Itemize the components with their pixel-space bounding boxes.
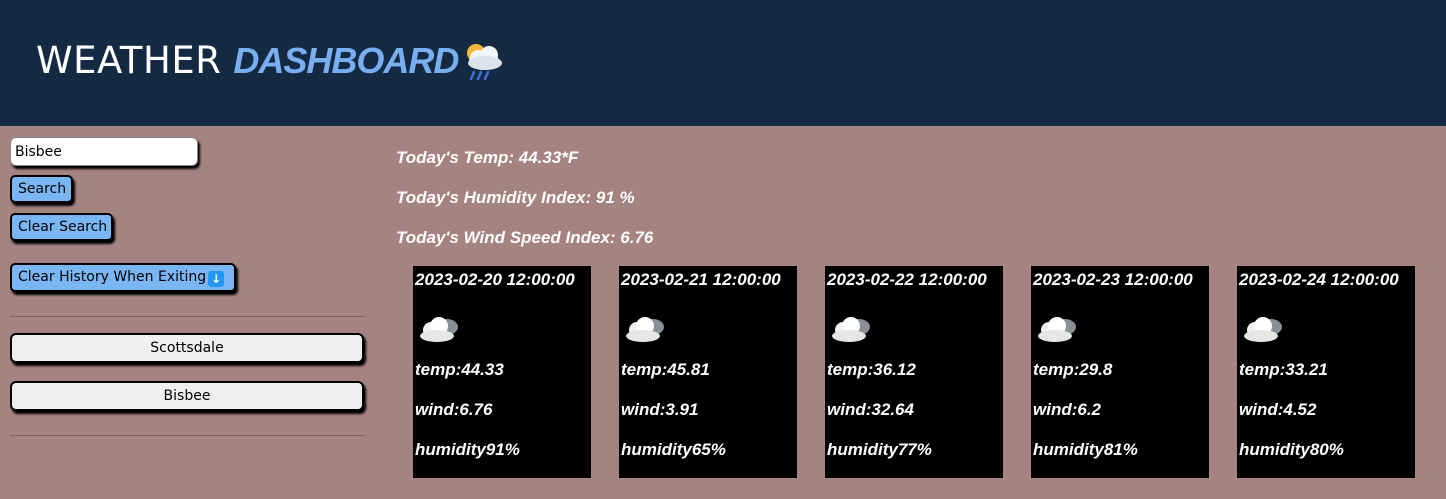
page-title: WEATHER DASHBOARD bbox=[36, 38, 506, 84]
search-button[interactable]: Search bbox=[10, 175, 73, 203]
forecast-date: 2023-02-20 12:00:00 bbox=[415, 270, 575, 289]
forecast-date: 2023-02-21 12:00:00 bbox=[621, 270, 781, 289]
history-divider-top bbox=[10, 316, 365, 317]
cloudy-icon bbox=[1244, 317, 1282, 342]
clear-search-button[interactable]: Clear Search bbox=[10, 213, 113, 241]
forecast-temp: temp:45.81 bbox=[621, 360, 710, 379]
today-wind: Today's Wind Speed Index: 6.76 bbox=[396, 228, 654, 247]
forecast-temp: temp:29.8 bbox=[1033, 360, 1113, 379]
header: WEATHER DASHBOARD bbox=[0, 0, 1446, 126]
forecast-temp: temp:33.21 bbox=[1239, 360, 1328, 379]
forecast-card: 2023-02-24 12:00:00 temp:33.21 wind:4.52… bbox=[1237, 266, 1415, 478]
forecast-wind: wind:6.76 bbox=[415, 400, 493, 419]
clear-history-label: Clear History When Exiting bbox=[18, 268, 207, 285]
forecast-wind: wind:6.2 bbox=[1033, 400, 1102, 419]
history-item-bisbee[interactable]: Bisbee bbox=[10, 381, 364, 411]
forecast-humidity: humidity91% bbox=[415, 440, 520, 459]
forecast-card: 2023-02-22 12:00:00 temp:36.12 wind:32.6… bbox=[825, 266, 1003, 478]
forecast-humidity: humidity81% bbox=[1033, 440, 1138, 459]
today-temp: Today's Temp: 44.33*F bbox=[396, 148, 579, 167]
forecast-date: 2023-02-22 12:00:00 bbox=[827, 270, 987, 289]
down-arrow-icon: ↓ bbox=[208, 270, 225, 287]
forecast-wind: wind:4.52 bbox=[1239, 400, 1317, 419]
title-accent: DASHBOARD bbox=[233, 40, 459, 81]
history-divider-bottom bbox=[10, 435, 365, 436]
forecast-temp: temp:44.33 bbox=[415, 360, 504, 379]
forecast-card: 2023-02-21 12:00:00 temp:45.81 wind:3.91… bbox=[619, 266, 797, 478]
forecast-card: 2023-02-20 12:00:00 temp:44.33 wind:6.76… bbox=[413, 266, 591, 478]
history-item-scottsdale[interactable]: Scottsdale bbox=[10, 333, 364, 363]
forecast-humidity: humidity77% bbox=[827, 440, 932, 459]
forecast-date: 2023-02-23 12:00:00 bbox=[1033, 270, 1193, 289]
title-main: WEATHER bbox=[36, 39, 222, 82]
cloudy-icon bbox=[626, 317, 664, 342]
today-humidity: Today's Humidity Index: 91 % bbox=[396, 188, 635, 207]
forecast-card: 2023-02-23 12:00:00 temp:29.8 wind:6.2 h… bbox=[1031, 266, 1209, 478]
forecast-date: 2023-02-24 12:00:00 bbox=[1239, 270, 1399, 289]
city-search-input[interactable] bbox=[10, 137, 198, 166]
cloud-rain-sun-icon bbox=[467, 44, 503, 81]
clear-history-button[interactable]: Clear History When Exiting ↓ bbox=[10, 263, 236, 292]
forecast-wind: wind:3.91 bbox=[621, 400, 699, 419]
cloudy-icon bbox=[420, 317, 458, 342]
forecast-humidity: humidity65% bbox=[621, 440, 726, 459]
forecast-temp: temp:36.12 bbox=[827, 360, 916, 379]
forecast-wind: wind:32.64 bbox=[827, 400, 914, 419]
forecast-humidity: humidity80% bbox=[1239, 440, 1344, 459]
cloudy-icon bbox=[1038, 317, 1076, 342]
cloudy-icon bbox=[832, 317, 870, 342]
